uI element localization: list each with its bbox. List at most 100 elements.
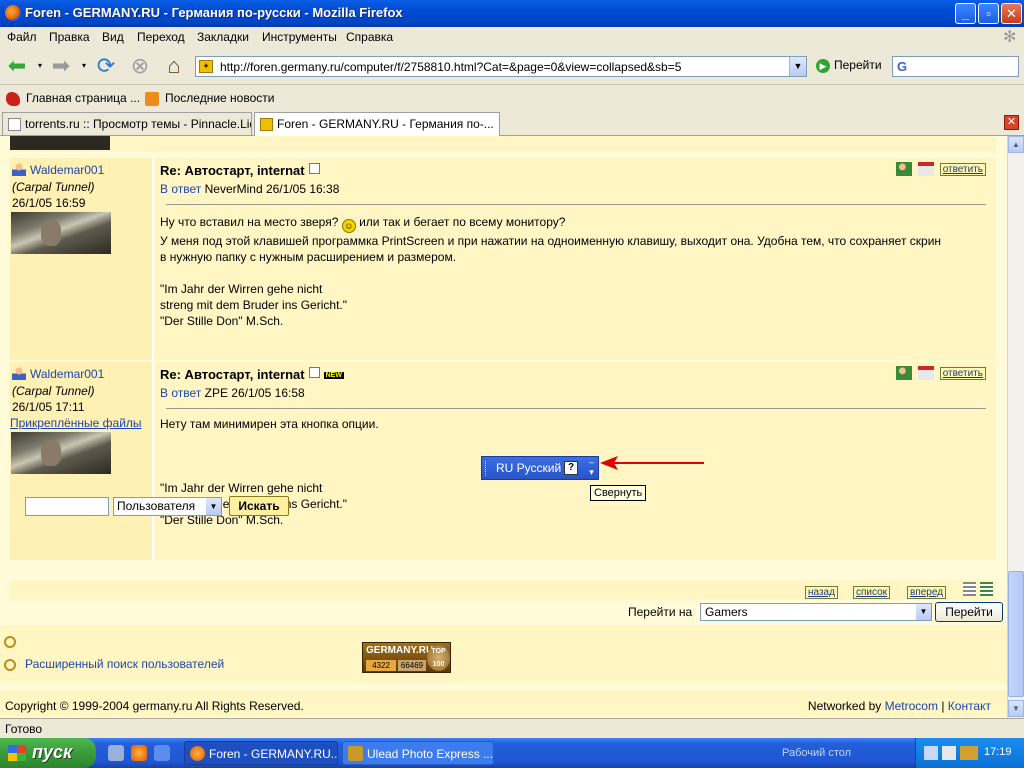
home-icon[interactable]: ⌂ [161,53,187,79]
attachments-link[interactable]: Прикреплённые файлы [10,416,142,430]
task-ulead[interactable]: Ulead Photo Express ... [342,741,494,765]
tab-torrents[interactable]: torrents.ru :: Просмотр темы - Pinnacle.… [2,112,252,136]
back-arrow-icon[interactable]: ⬅ [4,53,30,79]
back-history-dropdown[interactable]: ▾ [34,53,46,79]
profile-icon[interactable] [896,162,913,176]
go-button[interactable]: ▶ Перейти [816,58,882,73]
smiley-icon: ☺ [341,219,356,233]
forward-history-dropdown[interactable]: ▾ [78,53,90,79]
network-info: Networked by Metrocom | Контакт [808,699,991,713]
stop-icon[interactable]: ⊗ [127,53,153,79]
close-button[interactable]: ✕ [1001,3,1022,24]
reply-button[interactable]: ответить [939,366,986,380]
jump-button[interactable]: Перейти [935,602,1003,622]
firefox-quicklaunch-icon[interactable] [131,745,147,761]
menu-bookmarks[interactable]: Закладки [197,30,249,44]
author-title: (Carpal Tunnel) [12,180,95,194]
advanced-search-link[interactable]: Расширенный поиск пользователей [25,657,224,671]
author-link[interactable]: Waldemar001 [12,367,104,381]
menu-tools[interactable]: Инструменты [262,30,337,44]
help-icon[interactable]: ? [564,461,578,475]
divider [166,408,986,409]
user-search-input[interactable] [25,497,109,516]
drag-handle[interactable] [485,461,488,476]
go-icon: ▶ [816,58,830,73]
top100-badge[interactable]: GERMANY.RU 4322 66469 TOP 100 [362,642,451,673]
search-button[interactable]: Искать [229,496,289,516]
select-checkbox[interactable] [308,367,320,378]
ie-quicklaunch-icon[interactable] [154,745,170,761]
author-name: Waldemar001 [30,163,105,177]
language-bar[interactable]: RU Русский ? – ▾ [481,456,599,480]
task-ulead-label: Ulead Photo Express ... [367,747,494,761]
vertical-scrollbar[interactable]: ▲ ▼ [1007,136,1024,718]
network-icon[interactable] [924,746,938,760]
post-subject-text: Re: Автостарт, internat [160,367,305,382]
xara-icon[interactable] [960,746,978,760]
reply-to-text: NeverMind 26/1/05 16:38 [204,182,340,196]
post-tools: ответить [893,162,986,176]
language-indicator[interactable]: RU Русский [496,461,561,475]
task-firefox[interactable]: Foren - GERMANY.RU... [184,741,338,765]
chevron-down-icon: ▼ [916,604,931,620]
minimize-button[interactable]: _ [955,3,976,24]
author-link[interactable]: Waldemar001 [12,163,104,177]
badge-name: GERMANY.RU [366,645,434,656]
signature-line: "Im Jahr der Wirren gehe nicht [160,282,323,296]
maximize-button[interactable]: ▫ [978,3,999,24]
collapsed-view-icon[interactable] [963,582,976,596]
prev-thread-button[interactable]: назад [805,586,838,599]
show-desktop-icon[interactable] [108,745,124,761]
forward-arrow-icon[interactable]: ➡ [48,53,74,79]
scroll-up-icon[interactable]: ▲ [1008,136,1024,153]
scroll-down-icon[interactable]: ▼ [1008,700,1024,717]
menu-edit[interactable]: Правка [49,30,90,44]
reload-icon[interactable]: ⟳ [93,53,119,79]
bookmark-news[interactable]: Последние новости [145,91,274,106]
new-badge: NEW [323,372,344,379]
bookmark-home[interactable]: Главная страница ... [6,91,140,106]
close-tab-icon[interactable]: ✕ [1004,115,1019,130]
clock: 17:19 [984,746,1012,758]
firefox-icon [5,5,21,21]
divider [166,204,986,205]
desktop-toolbar-label[interactable]: Рабочий стол [782,747,851,759]
thread-list-button[interactable]: список [853,586,891,599]
post-subject: Re: Автостарт, internat [160,163,320,178]
tooltip: Свернуть [590,485,647,501]
forum-select[interactable]: Gamers ▼ [700,603,932,621]
next-thread-button[interactable]: вперед [907,586,947,599]
contact-link[interactable]: Контакт [948,699,991,713]
url-dropdown-icon[interactable]: ▼ [789,57,806,76]
reply-button[interactable]: ответить [939,162,986,176]
url-text[interactable]: http://foren.germany.ru/computer/f/27588… [220,60,681,74]
threaded-view-icon[interactable] [980,582,993,596]
signature-line: "Im Jahr der Wirren gehe nicht [160,481,323,495]
start-button[interactable]: пуск [0,738,96,768]
volume-icon[interactable] [942,746,956,760]
forum-select-value: Gamers [705,605,748,619]
copyright-text: Copyright © 1999-2004 germany.ru All Rig… [5,699,304,713]
menu-go[interactable]: Переход [137,30,185,44]
tab-germany-forum[interactable]: Foren - GERMANY.RU - Германия по-... [254,112,500,136]
reply-link[interactable]: В ответ [160,182,201,196]
url-bar[interactable]: ✦ http://foren.germany.ru/computer/f/275… [195,56,807,77]
select-checkbox[interactable] [308,163,320,174]
menu-view[interactable]: Вид [102,30,124,44]
start-label: пуск [32,742,73,762]
print-icon[interactable] [917,162,934,176]
scroll-thumb[interactable] [1008,571,1024,697]
print-icon[interactable] [917,366,934,380]
reply-link[interactable]: В ответ [160,386,201,400]
profile-icon[interactable] [896,366,913,380]
menu-help[interactable]: Справка [346,30,393,44]
menu-file[interactable]: Файл [7,30,37,44]
search-type-select[interactable]: Пользователя ▼ [113,497,222,516]
minimize-langbar-button[interactable]: – ▾ [585,457,598,479]
metrocom-link[interactable]: Metrocom [885,699,938,713]
post-body-panel: Re: Автостарт, internat В ответ NeverMin… [156,158,996,360]
post-text: Ну что вставил на место зверя? ☺ или так… [160,214,992,329]
search-bar[interactable]: G [892,56,1019,77]
bookmarks-toolbar: Главная страница ... Последние новости [0,86,1024,110]
search-icon [4,659,16,671]
